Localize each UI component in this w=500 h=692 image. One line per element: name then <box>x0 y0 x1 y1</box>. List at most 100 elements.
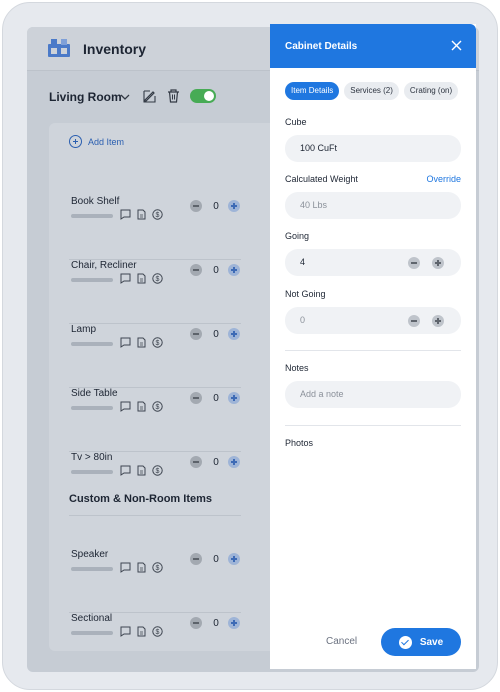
document-icon[interactable] <box>136 337 147 348</box>
panel-header: Cabinet Details <box>270 24 476 68</box>
increment-button[interactable] <box>228 456 240 468</box>
cube-label: Cube <box>285 117 307 127</box>
dollar-icon[interactable]: $ <box>152 273 163 284</box>
panel-title: Cabinet Details <box>285 41 358 52</box>
svg-text:$: $ <box>156 276 160 283</box>
item-name: Sectional <box>71 613 113 624</box>
item-bar <box>71 406 113 410</box>
dollar-icon[interactable]: $ <box>152 465 163 476</box>
chevron-down-icon[interactable] <box>119 91 131 103</box>
item-name: Tv > 80in <box>71 452 113 463</box>
dollar-icon[interactable]: $ <box>152 209 163 220</box>
room-toggle[interactable] <box>190 89 216 103</box>
document-icon[interactable] <box>136 209 147 220</box>
item-count: 0 <box>213 393 219 404</box>
going-decrement-button[interactable] <box>408 257 420 269</box>
increment-button[interactable] <box>228 617 240 629</box>
list-item: Chair, Recliner $ 0 <box>69 260 241 324</box>
save-button[interactable]: Save <box>381 628 461 656</box>
item-bar <box>71 342 113 346</box>
dollar-icon[interactable]: $ <box>152 337 163 348</box>
tab-services[interactable]: Services (2) <box>344 82 399 100</box>
comment-icon[interactable] <box>120 209 131 220</box>
svg-text:$: $ <box>156 468 160 475</box>
notes-label: Notes <box>285 363 309 373</box>
document-icon[interactable] <box>136 626 147 637</box>
tab-item-details[interactable]: Item Details <box>285 82 340 100</box>
not-going-increment-button[interactable] <box>432 315 444 327</box>
item-count: 0 <box>213 554 219 565</box>
document-icon[interactable] <box>136 562 147 573</box>
item-name: Book Shelf <box>71 196 120 207</box>
increment-button[interactable] <box>228 264 240 276</box>
override-link[interactable]: Override <box>426 174 461 184</box>
trash-icon[interactable] <box>167 89 180 103</box>
divider <box>285 425 461 426</box>
going-label: Going <box>285 231 310 241</box>
comment-icon[interactable] <box>120 562 131 573</box>
item-count: 0 <box>213 457 219 468</box>
close-icon[interactable] <box>451 40 462 51</box>
decrement-button[interactable] <box>190 553 202 565</box>
item-bar <box>71 214 113 218</box>
list-item: Lamp $ 0 <box>69 324 241 388</box>
notes-field[interactable]: Add a note <box>285 381 461 408</box>
list-item: Side Table $ 0 <box>69 388 241 452</box>
item-bar <box>71 470 113 474</box>
increment-button[interactable] <box>228 392 240 404</box>
comment-icon[interactable] <box>120 401 131 412</box>
item-count: 0 <box>213 265 219 276</box>
item-count: 0 <box>213 329 219 340</box>
document-icon[interactable] <box>136 465 147 476</box>
cancel-button[interactable]: Cancel <box>326 636 357 647</box>
list-item: Speaker $ 0 <box>69 549 241 613</box>
item-bar <box>71 567 113 571</box>
increment-button[interactable] <box>228 553 240 565</box>
decrement-button[interactable] <box>190 328 202 340</box>
svg-text:$: $ <box>156 404 160 411</box>
decrement-button[interactable] <box>190 200 202 212</box>
comment-icon[interactable] <box>120 273 131 284</box>
comment-icon[interactable] <box>120 465 131 476</box>
svg-text:$: $ <box>156 340 160 347</box>
dollar-icon[interactable]: $ <box>152 562 163 573</box>
custom-section-title: Custom & Non-Room Items <box>69 493 212 505</box>
decrement-button[interactable] <box>190 456 202 468</box>
comment-icon[interactable] <box>120 337 131 348</box>
decrement-button[interactable] <box>190 392 202 404</box>
list-item: Tv > 80in $ 0 <box>69 452 241 516</box>
item-name: Side Table <box>71 388 118 399</box>
decrement-button[interactable] <box>190 617 202 629</box>
room-name[interactable]: Living Room <box>49 90 122 104</box>
going-increment-button[interactable] <box>432 257 444 269</box>
document-icon[interactable] <box>136 401 147 412</box>
weight-label: Calculated Weight <box>285 174 358 184</box>
svg-text:$: $ <box>156 565 160 572</box>
item-bar <box>71 631 113 635</box>
plus-circle-icon <box>69 135 82 148</box>
add-item-button[interactable]: Add Item <box>69 135 124 148</box>
decrement-button[interactable] <box>190 264 202 276</box>
item-name: Speaker <box>71 549 109 560</box>
document-icon[interactable] <box>136 273 147 284</box>
not-going-decrement-button[interactable] <box>408 315 420 327</box>
not-going-field[interactable]: 0 <box>285 307 461 334</box>
cube-field[interactable]: 100 CuFt <box>285 135 461 162</box>
item-bar <box>71 278 113 282</box>
app-title: Inventory <box>83 41 147 57</box>
dollar-icon[interactable]: $ <box>152 401 163 412</box>
detail-tabs: Item Details Services (2) Crating (on) <box>285 82 459 100</box>
add-item-label: Add Item <box>88 136 125 147</box>
check-circle-icon <box>398 635 412 649</box>
tab-crating[interactable]: Crating (on) <box>403 82 459 100</box>
weight-field[interactable]: 40 Lbs <box>285 192 461 219</box>
save-label: Save <box>419 636 444 648</box>
increment-button[interactable] <box>228 200 240 212</box>
dollar-icon[interactable]: $ <box>152 626 163 637</box>
going-field[interactable]: 4 <box>285 249 461 276</box>
comment-icon[interactable] <box>120 626 131 637</box>
increment-button[interactable] <box>228 328 240 340</box>
edit-icon[interactable] <box>143 89 157 103</box>
item-name: Lamp <box>71 324 97 335</box>
item-count: 0 <box>213 201 219 212</box>
